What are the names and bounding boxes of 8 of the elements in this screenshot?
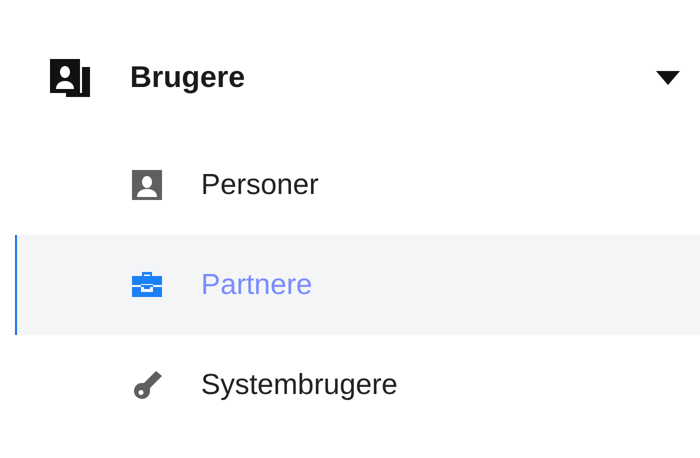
menu-item[interactable]: Systembrugere (15, 335, 700, 435)
menu-item-label: Personer (201, 168, 319, 202)
group-title[interactable]: Brugere (130, 61, 656, 95)
menu-item-label: Systembrugere (201, 368, 398, 402)
person-icon (130, 168, 164, 202)
menu-item-label: Partnere (201, 268, 312, 302)
menu-item[interactable]: Personer (15, 135, 700, 235)
caret-icon[interactable] (656, 71, 680, 85)
